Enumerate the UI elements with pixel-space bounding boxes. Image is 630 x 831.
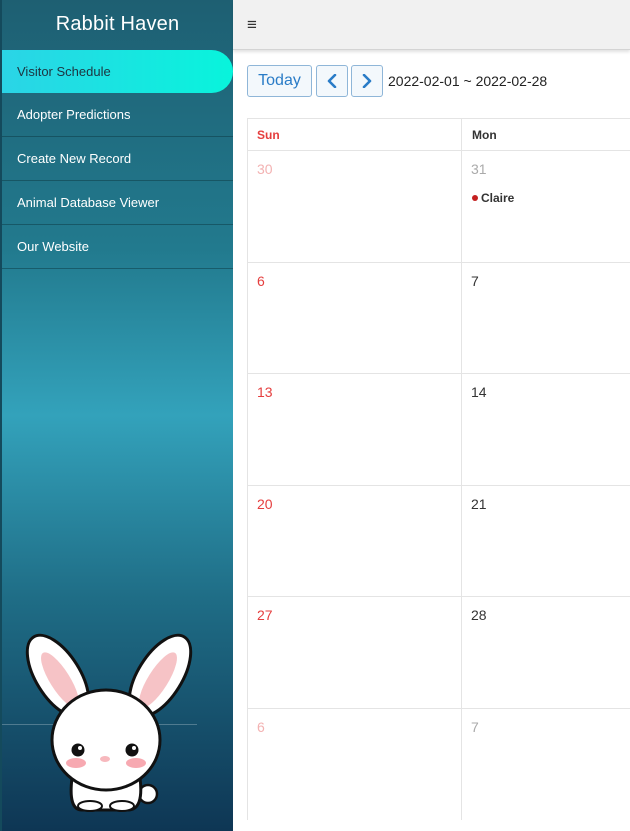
calendar-toolbar: Today 2022-02-01 ~ 2022-02-28 (247, 65, 547, 97)
sidebar-item-animal-database-viewer[interactable]: Animal Database Viewer (2, 181, 233, 225)
sidebar-item-visitor-schedule[interactable]: Visitor Schedule (2, 50, 233, 93)
day-number: 21 (471, 495, 487, 512)
calendar-week-row: 20 21 (248, 485, 630, 597)
bunny-mascot-image (25, 633, 193, 812)
header-sunday: Sun (248, 119, 462, 150)
day-cell[interactable]: 30 (248, 151, 462, 262)
day-cell[interactable]: 7 (462, 263, 630, 374)
today-button[interactable]: Today (247, 65, 312, 97)
top-bar: ≡ (233, 0, 630, 50)
event-title: Claire (481, 191, 515, 205)
day-number: 13 (257, 384, 273, 400)
day-cell[interactable]: 13 (248, 374, 462, 485)
month-calendar: Sun Mon 30 31 Claire 6 7 13 14 20 21 27 … (247, 118, 630, 820)
day-number: 28 (471, 607, 487, 623)
day-number: 20 (257, 495, 273, 512)
prev-month-button[interactable] (316, 65, 348, 97)
calendar-week-row: 27 28 (248, 597, 630, 709)
day-number: 6 (257, 718, 265, 735)
day-number: 7 (471, 718, 479, 735)
hamburger-icon[interactable]: ≡ (247, 16, 257, 33)
calendar-event[interactable]: Claire (472, 191, 514, 205)
main-content: ≡ Today 2022-02-01 ~ 2022-02-28 Sun Mon … (233, 0, 630, 831)
sidebar-item-adopter-predictions[interactable]: Adopter Predictions (2, 93, 233, 137)
day-cell[interactable]: 27 (248, 597, 462, 708)
event-dot-icon (472, 195, 478, 201)
calendar-week-row: 30 31 Claire (248, 151, 630, 263)
day-cell[interactable]: 14 (462, 374, 630, 485)
sidebar-item-our-website[interactable]: Our Website (2, 225, 233, 269)
day-cell[interactable]: 28 (462, 597, 630, 708)
calendar-week-row: 13 14 (248, 374, 630, 486)
sidebar-nav: Visitor Schedule Adopter Predictions Cre… (2, 50, 233, 269)
sidebar-item-create-new-record[interactable]: Create New Record (2, 137, 233, 181)
day-number: 27 (257, 607, 273, 623)
chevron-right-icon (362, 74, 372, 88)
day-number: 7 (471, 272, 479, 289)
calendar-header-row: Sun Mon (248, 119, 630, 151)
brand-title: Rabbit Haven (55, 12, 180, 35)
day-cell[interactable]: 6 (248, 708, 462, 820)
day-cell[interactable]: 21 (462, 486, 630, 597)
day-number: 30 (257, 161, 273, 177)
calendar-week-row: 6 7 (248, 262, 630, 374)
day-cell[interactable]: 31 Claire (462, 151, 630, 262)
date-range-label: 2022-02-01 ~ 2022-02-28 (388, 73, 548, 89)
day-cell[interactable]: 7 (462, 709, 630, 820)
day-number: 6 (257, 272, 265, 289)
chevron-left-icon (327, 74, 337, 88)
sidebar: Rabbit Haven Visitor Schedule Adopter Pr… (0, 0, 233, 831)
day-number: 31 (471, 161, 487, 177)
day-cell[interactable]: 20 (248, 485, 462, 596)
day-cell[interactable]: 6 (248, 262, 462, 373)
next-month-button[interactable] (351, 65, 383, 97)
calendar-week-row: 6 7 (248, 708, 630, 820)
day-number: 14 (471, 384, 487, 400)
header-monday: Mon (472, 127, 497, 142)
